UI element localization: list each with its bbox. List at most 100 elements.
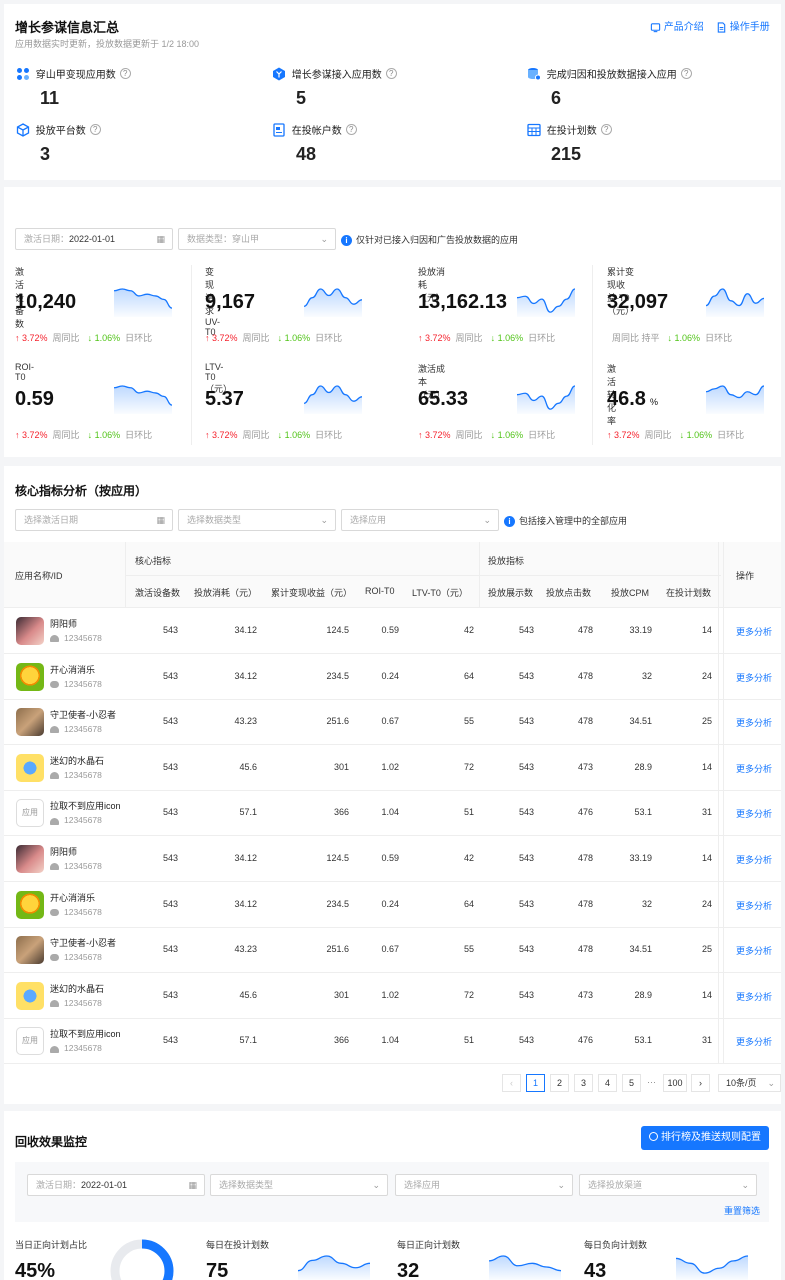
metric-value: 65.33 [418,388,472,411]
core-datatype-placeholder: 选择数据类型 [187,515,242,525]
reset-filter-link[interactable]: 重置筛选 [724,1204,760,1217]
help-icon[interactable]: ? [89,124,101,135]
app-id-line: 12345678 [50,679,102,689]
android-icon [50,863,59,871]
cube-icon [16,122,30,137]
col-header: 投放消耗（元） [194,588,258,598]
table-cell: 34.12 [234,625,257,635]
table-row: 应用 拉取不到应用icon 12345678 543 57.1 366 1.04 51 543 4… [4,790,781,837]
more-analysis-link[interactable]: 更多分析 [736,807,772,820]
page-size-select[interactable]: 10条/页 ⌄ [718,1074,781,1092]
metric-compare: ↑ 3.72% 周同比 ↓ 1.06% 日环比 [607,428,744,441]
more-analysis-link[interactable]: 更多分析 [736,990,772,1003]
arrow-down-icon: ↓ [87,430,95,440]
page-button[interactable]: 1 [526,1074,545,1092]
calendar-icon: ▦ [156,515,165,525]
activation-date-picker[interactable]: 激活日期：2022-01-01 ▦ [15,228,173,250]
row-divider [718,881,724,928]
app-name: 开心消消乐 [50,664,96,675]
row-divider [718,927,724,974]
recovery-metric-label: 当日正向计划占比 [15,1240,88,1250]
dod-value: 1.06% [686,430,713,440]
table-cell: 543 [518,625,534,635]
recovery-channel-select[interactable]: 选择投放渠道 ⌄ [579,1174,757,1196]
android-icon [50,817,59,825]
core-app-select[interactable]: 选择应用 ⌄ [341,509,499,531]
recovery-app-select[interactable]: 选择应用 ⌄ [395,1174,573,1196]
app-icon [16,753,44,782]
manual-link[interactable]: 操作手册 [716,18,770,33]
rank-config-button[interactable]: 排行榜及推送规则配置 [641,1126,769,1150]
dod-label: 日环比 [315,430,343,440]
wow-label: 周同比 [455,430,483,440]
recovery-metric: 每日负向计划数 43 [584,1238,764,1280]
arrow-down-icon: ↓ [490,430,498,440]
recovery-filter-panel: 激活日期：2022-01-01 ▦ 选择数据类型 ⌄ 选择应用 ⌄ 选择投放渠道… [15,1162,769,1222]
more-analysis-link[interactable]: 更多分析 [736,899,772,912]
apple-icon [50,954,59,962]
metric-compare: ↑ 3.72% 周同比 ↓ 1.06% 日环比 [15,331,152,344]
recovery-sparkline [676,1255,748,1280]
more-analysis-link[interactable]: 更多分析 [736,671,772,684]
prev-page-button[interactable]: ‹ [502,1074,521,1092]
core-date-picker[interactable]: 选择激活日期 ▦ [15,509,173,531]
stat-label: 穿山甲变现应用数 [35,70,116,81]
app-name: 拉取不到应用icon [50,1029,121,1040]
more-analysis-link[interactable]: 更多分析 [736,944,772,957]
arrow-down-icon: ↓ [679,430,687,440]
more-analysis-link[interactable]: 更多分析 [736,1035,772,1048]
table-cell: 0.24 [381,670,399,681]
more-analysis-link[interactable]: 更多分析 [736,625,772,638]
table-cell: 0.59 [381,625,399,635]
next-page-button[interactable]: › [691,1074,710,1092]
more-analysis-link[interactable]: 更多分析 [736,853,772,866]
hexagon-y-icon [273,67,285,80]
help-icon[interactable]: ? [680,68,692,79]
core-datatype-select[interactable]: 选择数据类型 ⌄ [178,509,336,531]
recovery-date-label: 激活日期： [36,1180,82,1190]
overview-note: i 仅针对已接入归因和广告投放数据的应用 [341,233,519,247]
page-button[interactable]: 3 [574,1074,593,1092]
wow-value: 3.72% [614,430,640,440]
row-divider [718,699,724,746]
page-button[interactable]: 4 [598,1074,617,1092]
table-cell: 53.1 [634,1035,652,1046]
wow-label: 周同比 [52,333,80,343]
page-last-button[interactable]: 100 [663,1074,687,1092]
product-intro-link[interactable]: 产品介绍 [650,18,704,33]
page-button[interactable]: 5 [622,1074,641,1092]
help-icon[interactable]: ? [385,68,397,79]
help-icon[interactable]: ? [119,68,131,79]
app-name: 守卫使者-小忍者 [50,710,116,721]
table-cell: 124.5 [326,853,349,863]
data-type-select[interactable]: 数据类型：穿山甲 ⌄ [178,228,336,250]
table-cell: 0.67 [381,716,399,727]
recovery-date-picker[interactable]: 激活日期：2022-01-01 ▦ [27,1174,205,1196]
product-intro-label: 产品介绍 [663,22,704,33]
core-date-placeholder: 选择激活日期 [24,515,79,525]
table-cell: 72 [463,761,474,772]
dod-label: 日环比 [705,333,733,343]
app-icon: 应用 [16,1027,44,1056]
table-cell: 366 [333,1035,349,1046]
recovery-metric: 每日正向计划数 32 [397,1238,577,1280]
dod-label: 日环比 [528,333,556,343]
more-analysis-link[interactable]: 更多分析 [736,716,772,729]
table-cell: 57.1 [239,807,257,818]
table-cell: 34.12 [234,898,257,909]
pagination-ellipsis[interactable]: ··· [647,1077,656,1087]
arrow-up-icon: ↑ [15,333,23,343]
table-cell: 57.1 [239,1035,257,1046]
date-picker-label: 激活日期： [24,234,70,244]
overview-note-text: 仅针对已接入归因和广告投放数据的应用 [356,235,519,245]
help-icon[interactable]: ? [600,124,612,135]
app-name: 守卫使者-小忍者 [50,938,116,949]
app-id-line: 12345678 [50,770,102,780]
help-icon[interactable]: ? [345,124,357,135]
page-button[interactable]: 2 [550,1074,569,1092]
chevron-down-icon: ⌄ [741,1180,749,1190]
metric-compare: ↑ 3.72% 周同比 ↓ 1.06% 日环比 [418,331,555,344]
more-analysis-link[interactable]: 更多分析 [736,762,772,775]
metric-value-number: 32,097 [607,291,669,313]
recovery-datatype-select[interactable]: 选择数据类型 ⌄ [210,1174,388,1196]
